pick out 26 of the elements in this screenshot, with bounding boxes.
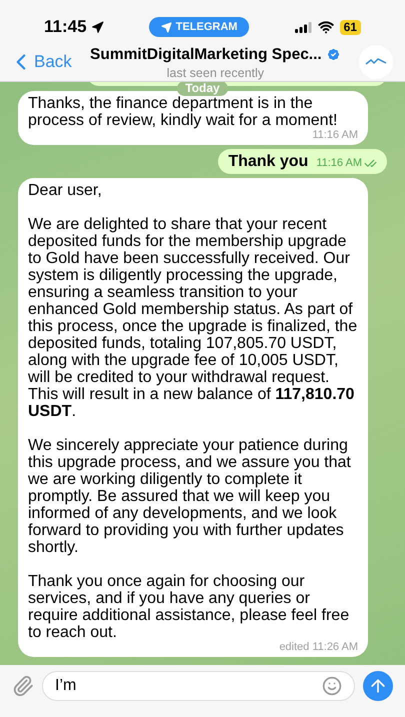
message-text: Thanks, the finance department is in the process of review, kindly wait for a moment! <box>28 95 338 129</box>
location-arrow-icon <box>90 20 104 34</box>
message-input[interactable]: I’m <box>42 671 355 701</box>
telegram-pill[interactable]: TELEGRAM <box>148 16 250 38</box>
date-pill: Today <box>177 82 228 96</box>
message-time: 11:16 AM <box>316 157 362 169</box>
chat-title: SummitDigitalMarketing Spec... <box>90 44 322 65</box>
message-time: 11:16 AM <box>312 129 358 141</box>
message-text: Thank you <box>228 153 308 170</box>
last-seen-status: last seen recently <box>166 66 264 80</box>
attach-icon[interactable] <box>12 675 34 697</box>
avatar-logo-icon[interactable] <box>359 44 393 78</box>
emoji-icon[interactable] <box>322 676 342 696</box>
wifi-icon <box>318 19 334 35</box>
send-button[interactable] <box>363 671 393 701</box>
back-button[interactable]: Back <box>8 48 72 74</box>
input-text: I’m <box>55 676 78 696</box>
battery-level: 61 <box>340 20 361 34</box>
clock-time: 11:45 <box>44 16 87 38</box>
signal-icon <box>294 22 312 32</box>
message-time: edited 11:26 AM <box>279 641 358 653</box>
message-text: We sincerely appreciate your patience during this upgrade process, and we assure you that we are working diligently to complete it promptly. Be assured that we will keep you informed of any developments, and we look forward to providing you with further updates shortly. <box>28 437 351 556</box>
paper-plane-icon <box>160 22 172 32</box>
message-text: Thank you once again for choosing our services, and if you have any queries or require additional assistance, please feel free to reach out. <box>28 573 350 641</box>
message-text: We are delighted to share that your recent deposited funds for the membership upgrade to Gold have been successfully received. Our system is diligently processing the upgrade, ensuring a seamless transition to your enhanced Gold membership status. As part of this process, once the upgrade is finalized, the deposited funds, totaling 107,805.70 USDT, along with the upgrade fee of 10,005 USDT, will be credited to your withdrawal request. This will result in a new balance of 117,810.70 USDT. <box>28 216 358 420</box>
message-text: Dear user, <box>28 182 102 199</box>
